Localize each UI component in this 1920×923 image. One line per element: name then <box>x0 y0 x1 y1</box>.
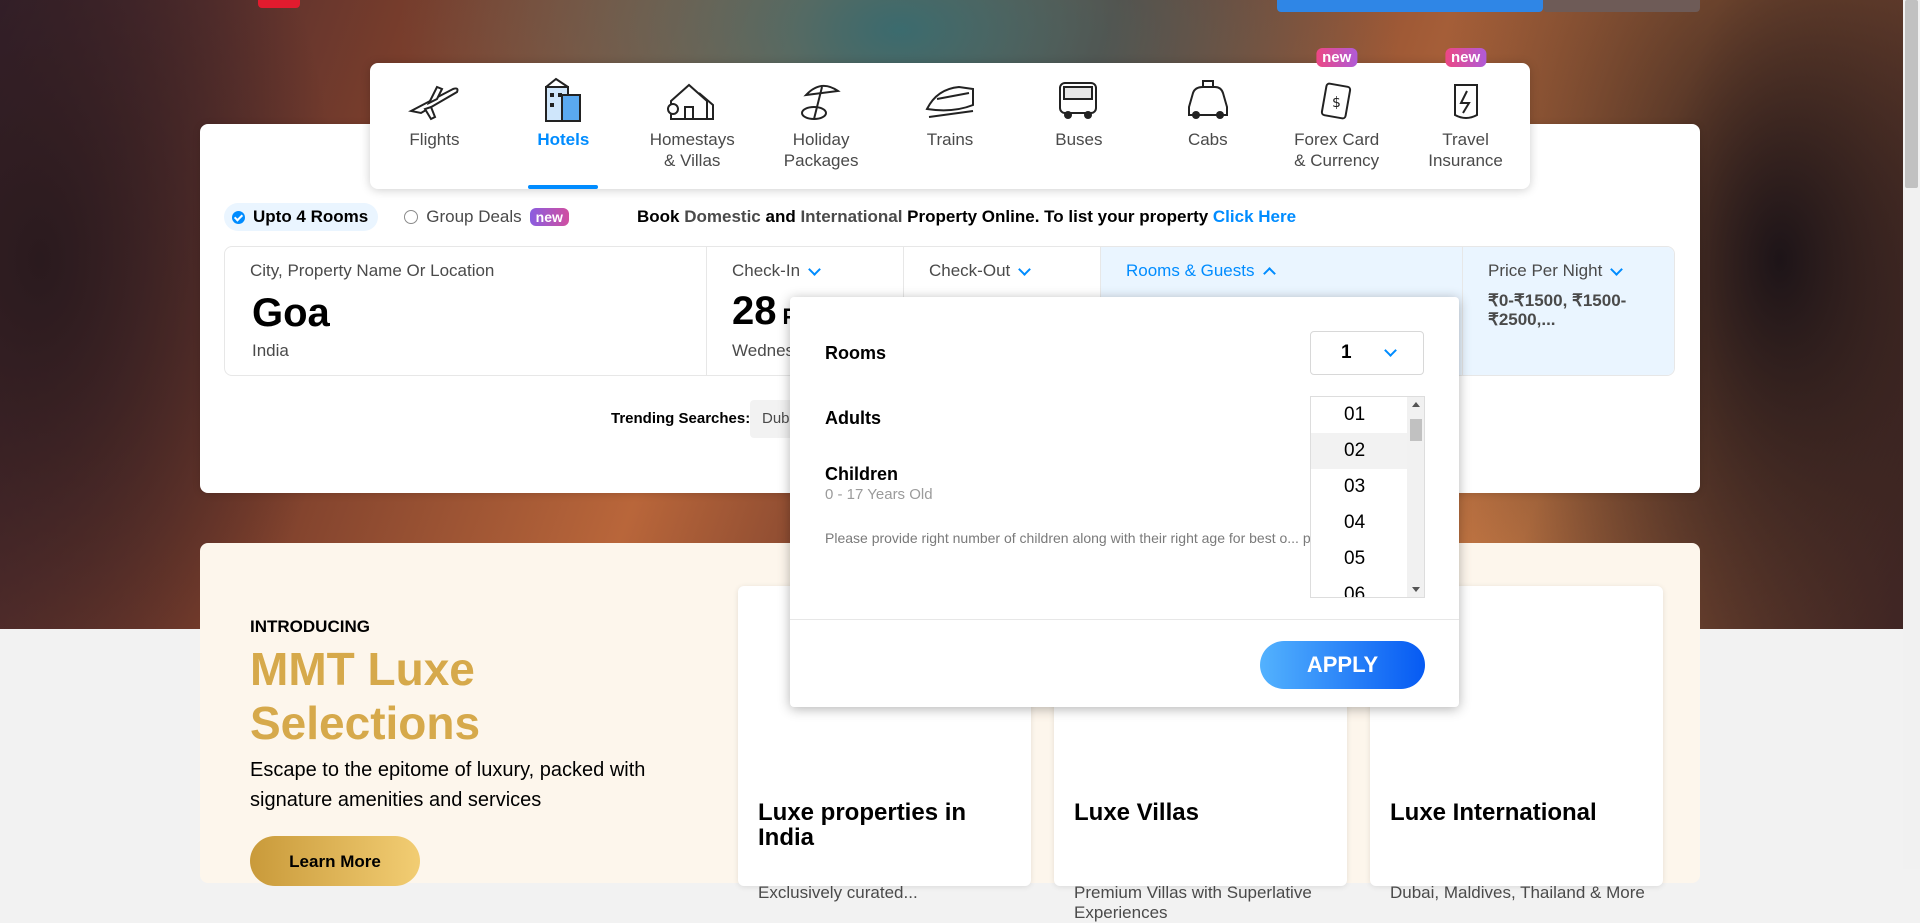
book-and: and <box>760 207 801 226</box>
apply-button[interactable]: APPLY <box>1260 641 1425 689</box>
page-scrollbar[interactable] <box>1903 0 1920 869</box>
nav-label: Homestays & Villas <box>649 130 735 170</box>
new-tag: new <box>1444 48 1487 67</box>
rooms-guests-label-row: Rooms & Guests <box>1126 261 1276 281</box>
nav-label: Hotels <box>537 130 590 149</box>
checkin-label: Check-In <box>732 261 801 280</box>
click-here-link[interactable]: Click Here <box>1213 207 1296 226</box>
popup-divider <box>790 619 1459 620</box>
new-tag: new <box>1316 48 1358 67</box>
children-age-hint: 0 - 17 Years Old <box>825 486 933 503</box>
page-scrollbar-thumb[interactable] <box>1905 0 1918 188</box>
new-badge: new <box>529 208 569 226</box>
nav-label: Travel Insurance <box>1428 130 1503 170</box>
price-label: Price Per Night <box>1488 261 1603 280</box>
price-field[interactable]: Price Per Night ₹0-₹1500, ₹1500-₹2500,..… <box>1463 247 1674 375</box>
rooms-select[interactable]: 1 <box>1310 331 1424 375</box>
upto-4-rooms-option[interactable]: Upto 4 Rooms <box>224 203 379 231</box>
book-international: International <box>800 207 903 226</box>
nav-item-hotels[interactable]: Hotels <box>499 63 628 189</box>
rooms-value: 1 <box>1341 342 1352 363</box>
country-selector-stub[interactable] <box>1543 0 1700 12</box>
rooms-label: Rooms <box>825 343 887 363</box>
checkin-label-row: Check-In <box>732 261 821 281</box>
city-value: Goa <box>252 291 330 335</box>
city-label: City, Property Name Or Location <box>250 261 495 280</box>
nav-item-homestays[interactable]: Homestays & Villas <box>628 63 757 189</box>
room-type-options: Upto 4 Rooms Group Deals new <box>224 203 569 231</box>
homestay-icon <box>667 83 715 120</box>
chevron-up-icon <box>1262 267 1276 280</box>
price-label-row: Price Per Night <box>1488 261 1624 281</box>
city-field[interactable]: City, Property Name Or Location Goa Indi… <box>225 247 707 375</box>
nav-item-flights[interactable]: Flights <box>370 63 499 189</box>
checkin-date: 28F <box>732 289 796 334</box>
checkin-day: 28 <box>732 289 777 333</box>
group-deals-radio[interactable] <box>404 210 419 224</box>
checked-radio-icon <box>232 210 245 224</box>
checkin-weekday: Wednes <box>732 341 795 360</box>
login-button-stub[interactable] <box>1277 0 1543 12</box>
book-prefix: Book <box>637 207 685 226</box>
nav-label: Buses <box>1055 130 1103 149</box>
forex-icon: $ <box>1320 82 1351 120</box>
nav-item-forex[interactable]: new $ Forex Card & Currency <box>1272 48 1401 189</box>
dropdown-scrollbar[interactable] <box>1407 397 1424 597</box>
svg-text:$: $ <box>1332 95 1341 111</box>
book-suffix: Property Online. To list your property <box>902 207 1213 226</box>
learn-more-button[interactable]: Learn More <box>250 836 420 886</box>
luxe-card-title: Luxe Villas <box>1074 799 1199 826</box>
checkout-label-row: Check-Out <box>929 261 1032 281</box>
rooms-guests-label: Rooms & Guests <box>1126 261 1255 280</box>
bus-icon <box>1058 82 1097 119</box>
nav-item-trains[interactable]: Trains <box>886 63 1015 189</box>
rooms-guests-popup: Rooms 1 Adults Children 0 - 17 Years Old… <box>790 297 1459 707</box>
luxe-card-title: Luxe properties in India <box>758 799 967 851</box>
option-label: Upto 4 Rooms <box>253 207 369 226</box>
nav-label: Trains <box>926 130 974 149</box>
nav-item-cabs[interactable]: Cabs <box>1143 63 1272 189</box>
nav-item-holiday-packages[interactable]: Holiday Packages <box>757 63 886 189</box>
city-country: India <box>252 341 289 360</box>
book-domestic: Domestic <box>684 207 761 226</box>
nav-label: Forex Card & Currency <box>1294 130 1380 170</box>
insurance-icon <box>1453 84 1478 119</box>
nav-item-insurance[interactable]: new Travel Insurance <box>1401 48 1530 189</box>
luxe-description: Escape to the epitome of luxury, packed … <box>250 759 646 811</box>
train-icon <box>925 85 974 118</box>
nav-label: Flights <box>409 130 460 149</box>
nav-item-buses[interactable]: Buses <box>1014 63 1143 189</box>
cab-icon <box>1187 80 1228 119</box>
adults-dropdown-list[interactable]: 01 02 03 04 05 06 <box>1310 396 1425 598</box>
nav-label: Holiday Packages <box>783 130 859 170</box>
plane-icon <box>408 85 459 121</box>
children-label: Children <box>825 464 899 484</box>
scroll-down-arrow-icon[interactable] <box>1412 587 1420 592</box>
scroll-up-arrow-icon[interactable] <box>1412 402 1420 407</box>
luxe-card-desc: Exclusively curated... <box>758 883 918 902</box>
product-nav: Flights Hotels Homestays & Villas Holida… <box>370 48 1530 189</box>
luxe-card-title: Luxe International <box>1390 799 1597 826</box>
trending-label: Trending Searches: <box>611 410 751 427</box>
umbrella-icon <box>801 84 841 120</box>
chevron-down-icon <box>1018 262 1032 276</box>
price-value: ₹0-₹1500, ₹1500-₹2500,... <box>1488 291 1627 329</box>
luxe-title: MMT Luxe Selections <box>250 643 481 749</box>
adults-label: Adults <box>825 408 881 428</box>
logo-stub <box>258 0 300 8</box>
luxe-card-desc: Premium Villas with Superlative Experien… <box>1074 883 1312 922</box>
luxe-card-desc: Dubai, Maldives, Thailand & More <box>1390 883 1645 902</box>
checkout-label: Check-Out <box>929 261 1011 280</box>
chevron-down-icon <box>1610 262 1624 276</box>
nav-label: Cabs <box>1187 130 1228 149</box>
luxe-intro: INTRODUCING <box>250 617 370 636</box>
group-deals-option[interactable]: Group Deals <box>426 207 521 227</box>
chevron-down-icon <box>808 262 821 276</box>
dropdown-scrollbar-thumb[interactable] <box>1410 419 1422 441</box>
hotel-icon <box>545 77 582 122</box>
chevron-down-icon <box>1384 344 1397 357</box>
list-property-text: Book Domestic and International Property… <box>637 207 1296 227</box>
children-note: Please provide right number of children … <box>825 530 1345 546</box>
